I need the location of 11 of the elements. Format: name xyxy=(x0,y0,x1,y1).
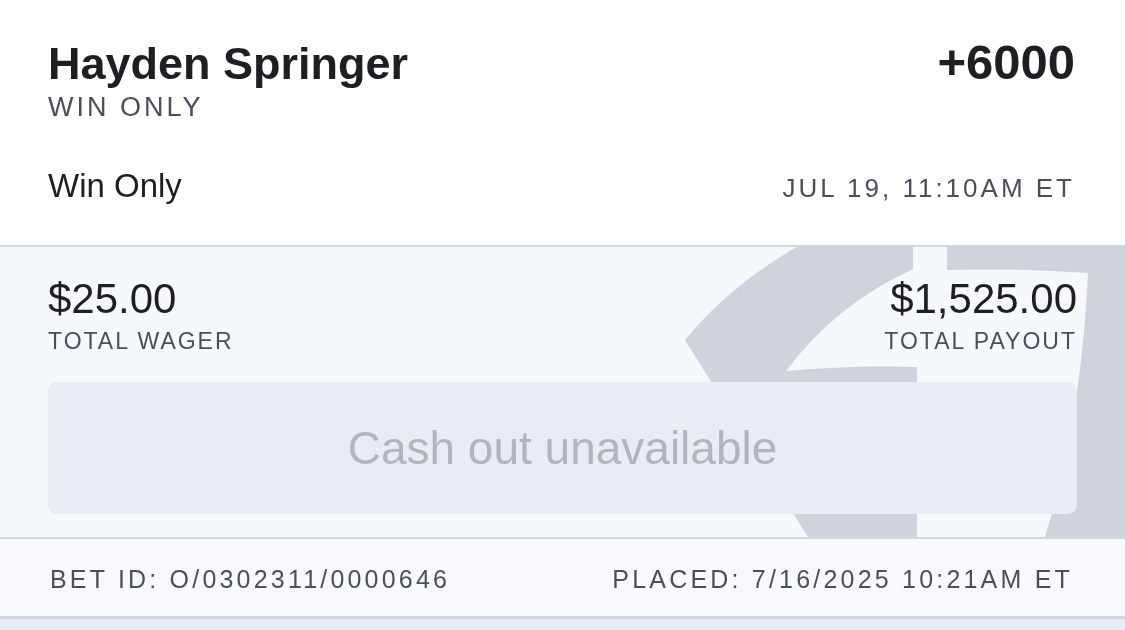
selection-name: Hayden Springer xyxy=(48,37,409,91)
amount-value: $25.00 xyxy=(48,275,177,323)
amount-label: TOTAL PAYOUT xyxy=(884,327,1077,355)
bet-id-text: BET ID: O/0302311/0000646 xyxy=(50,565,451,594)
odds-value: +6000 xyxy=(937,35,1075,89)
event-time: JUL 19, 11:10AM ET xyxy=(782,172,1075,205)
amount-label: TOTAL WAGER xyxy=(48,327,234,355)
amount-value: $1,525.00 xyxy=(890,275,1077,323)
market-name: Win Only xyxy=(48,167,182,205)
bet-type-label: WIN ONLY xyxy=(48,91,204,123)
placed-time-text: PLACED: 7/16/2025 10:21AM ET xyxy=(612,565,1073,594)
